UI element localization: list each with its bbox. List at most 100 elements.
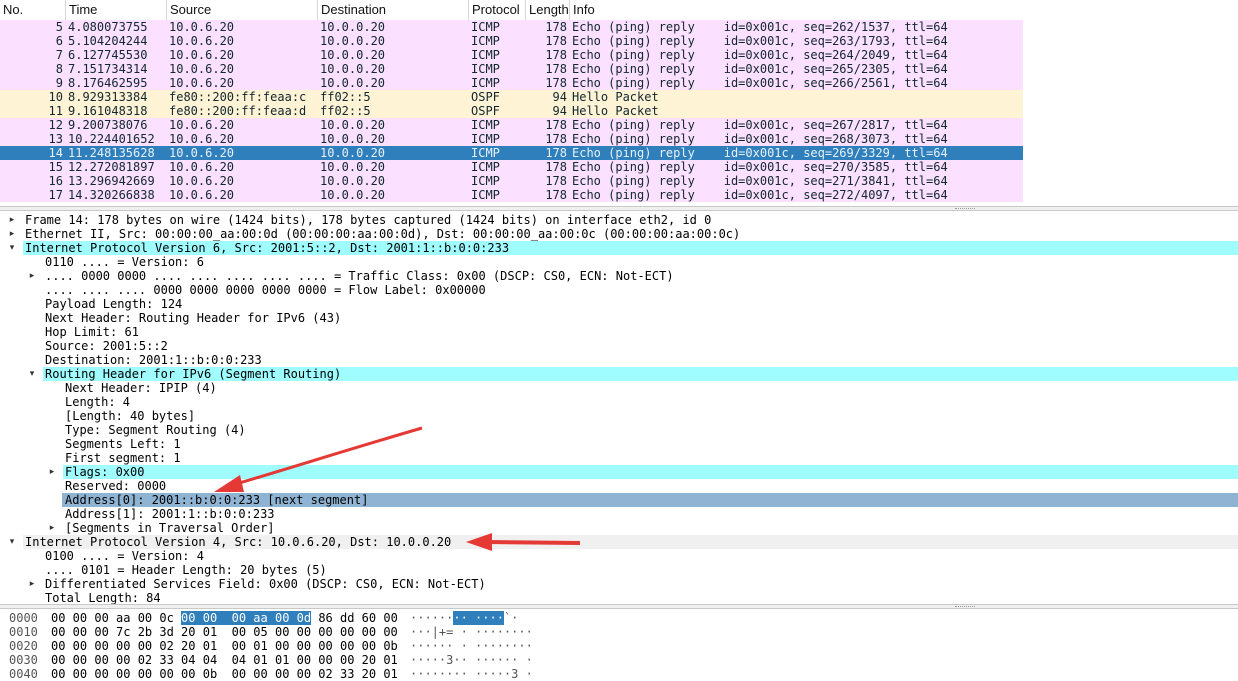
packet-destination: 10.0.0.20 xyxy=(320,174,386,188)
packet-length: 178 xyxy=(545,118,567,132)
packet-info: Hello Packet xyxy=(572,104,659,118)
packet-row[interactable]: 17 14.320266838 10.0.6.20 10.0.0.20 ICMP 178 E… xyxy=(0,188,1023,202)
detail-tree-item[interactable]: ▾ Internet Protocol Version 6, Src: 2001:… xyxy=(0,241,1238,255)
packet-time: 8.929313384 xyxy=(68,90,148,104)
column-header-no[interactable]: No. xyxy=(0,0,66,20)
triangle-right-icon[interactable]: ▸ xyxy=(27,269,37,283)
packet-info: Echo (ping) reply id=0x001c, seq=269/332… xyxy=(572,146,948,160)
packet-time: 11.248135628 xyxy=(68,146,155,160)
packet-list-pane[interactable]: No. Time Source Destination Protocol Len… xyxy=(0,0,1238,206)
detail-tree-item[interactable]: Length: 4 xyxy=(0,395,1238,409)
detail-tree-item-label: Payload Length: 124 xyxy=(45,297,183,311)
packet-row-selected[interactable]: 14 11.248135628 10.0.6.20 10.0.0.20 ICMP 178 E… xyxy=(0,146,1023,160)
packet-length: 94 xyxy=(552,90,567,104)
triangle-down-icon[interactable]: ▾ xyxy=(7,535,17,549)
packet-list-empty-area xyxy=(1023,132,1238,146)
detail-tree-item[interactable]: ▾ Internet Protocol Version 4, Src: 10.0.… xyxy=(0,535,1238,549)
detail-tree-item[interactable]: ▸ [Segments in Traversal Order] xyxy=(0,521,1238,535)
detail-tree-item-label: Routing Header for IPv6 (Segment Routing… xyxy=(45,367,342,381)
column-header-info[interactable]: Info xyxy=(570,0,1238,20)
detail-tree-item-label: Hop Limit: 61 xyxy=(45,325,139,339)
packet-length: 178 xyxy=(545,132,567,146)
packet-row[interactable]: 13 10.224401652 10.0.6.20 10.0.0.20 ICMP 178 E… xyxy=(0,132,1023,146)
detail-tree-item[interactable]: .... 0101 = Header Length: 20 bytes (5) xyxy=(0,563,1238,577)
triangle-right-icon[interactable]: ▸ xyxy=(7,227,17,241)
detail-tree-item[interactable]: First segment: 1 xyxy=(0,451,1238,465)
detail-tree-item[interactable]: Hop Limit: 61 xyxy=(0,325,1238,339)
detail-tree-item[interactable]: Reserved: 0000 xyxy=(0,479,1238,493)
packet-time: 7.151734314 xyxy=(68,62,148,76)
packet-row[interactable]: 16 13.296942669 10.0.6.20 10.0.0.20 ICMP 178 E… xyxy=(0,174,1023,188)
detail-tree-item-label: Address[1]: 2001:1::b:0:0:233 xyxy=(65,507,275,521)
column-header-time[interactable]: Time xyxy=(66,0,167,20)
bytes-row[interactable]: 0000 00 00 00 aa 00 0c 00 00 00 aa 00 0d … xyxy=(0,611,1238,625)
packet-destination: 10.0.0.20 xyxy=(320,160,386,174)
packet-row[interactable]: 15 12.272081897 10.0.6.20 10.0.0.20 ICMP 178 E… xyxy=(0,160,1023,174)
bytes-ascii-text: `· xyxy=(503,611,519,625)
packet-details-pane[interactable]: ▸ Frame 14: 178 bytes on wire (1424 bits)… xyxy=(0,212,1238,605)
detail-tree-item[interactable]: 0100 .... = Version: 4 xyxy=(0,549,1238,563)
triangle-down-icon[interactable]: ▾ xyxy=(27,367,37,381)
packet-no: 15 xyxy=(48,160,63,174)
packet-row[interactable]: 9 8.176462595 10.0.6.20 10.0.0.20 ICMP 178 Ech… xyxy=(0,76,1023,90)
bytes-hex-text: 00 00 00 7c 2b 3d 20 01 00 05 00 00 00 0… xyxy=(51,625,398,639)
detail-tree-item-label: Ethernet II, Src: 00:00:00_aa:00:0d (00:… xyxy=(25,227,741,241)
packet-row[interactable]: 11 9.161048318 fe80::200:ff:feaa:d ff02::5 O… xyxy=(0,104,1023,118)
packet-time: 9.161048318 xyxy=(68,104,148,118)
packet-row[interactable]: 12 9.200738076 10.0.6.20 10.0.0.20 ICMP 178 Ec… xyxy=(0,118,1023,132)
bytes-row[interactable]: 0020 00 00 00 00 00 02 20 01 00 01 00 00 … xyxy=(0,639,1238,653)
bytes-row[interactable]: 0030 00 00 00 00 02 33 04 04 04 01 01 00 … xyxy=(0,653,1238,667)
detail-tree-item[interactable]: ▸ Differentiated Services Field: 0x00 (DS… xyxy=(0,577,1238,591)
detail-tree-item[interactable]: ▸ .... 0000 0000 .... .... .... .... ....… xyxy=(0,269,1238,283)
detail-tree-item[interactable]: Total Length: 84 xyxy=(0,591,1238,605)
column-header-protocol[interactable]: Protocol xyxy=(469,0,526,20)
detail-tree-item[interactable]: ▾ Routing Header for IPv6 (Segment Routin… xyxy=(0,367,1238,381)
bytes-row[interactable]: 0010 00 00 00 7c 2b 3d 20 01 00 05 00 00 … xyxy=(0,625,1238,639)
detail-tree-item[interactable]: Type: Segment Routing (4) xyxy=(0,423,1238,437)
packet-protocol: ICMP xyxy=(471,34,500,48)
detail-tree-item[interactable]: Payload Length: 124 xyxy=(0,297,1238,311)
packet-info: Echo (ping) reply id=0x001c, seq=266/256… xyxy=(572,76,948,90)
packet-length: 94 xyxy=(552,104,567,118)
detail-tree-item[interactable]: 0110 .... = Version: 6 xyxy=(0,255,1238,269)
column-header-source[interactable]: Source xyxy=(167,0,318,20)
detail-tree-item[interactable]: [Length: 40 bytes] xyxy=(0,409,1238,423)
triangle-right-icon[interactable]: ▸ xyxy=(47,465,57,479)
triangle-right-icon[interactable]: ▸ xyxy=(7,213,17,227)
detail-tree-item[interactable]: .... .... .... 0000 0000 0000 0000 0000 … xyxy=(0,283,1238,297)
column-header-length[interactable]: Length xyxy=(526,0,570,20)
detail-tree-item[interactable]: Next Header: IPIP (4) xyxy=(0,381,1238,395)
detail-tree-item[interactable]: Address[0]: 2001::b:0:0:233 [next segmen… xyxy=(0,493,1238,507)
packet-destination: 10.0.0.20 xyxy=(320,146,386,160)
bytes-hex-text: 00 00 00 00 00 00 00 0b 00 00 00 00 02 3… xyxy=(51,667,398,681)
packet-source: fe80::200:ff:feaa:d xyxy=(169,104,307,118)
pane-splitter-top[interactable] xyxy=(0,206,1238,211)
detail-tree-item[interactable]: Destination: 2001:1::b:0:0:233 xyxy=(0,353,1238,367)
detail-tree-item[interactable]: ▸ Frame 14: 178 bytes on wire (1424 bits)… xyxy=(0,213,1238,227)
detail-tree-item[interactable]: ▸ Flags: 0x00 xyxy=(0,465,1238,479)
triangle-right-icon[interactable]: ▸ xyxy=(27,577,37,591)
detail-item-highlight xyxy=(63,465,1238,479)
packet-row[interactable]: 10 8.929313384 fe80::200:ff:feaa:c ff02::5 O… xyxy=(0,90,1023,104)
packet-row[interactable]: 8 7.151734314 10.0.6.20 10.0.0.20 ICMP 178 Ech… xyxy=(0,62,1023,76)
detail-tree-item[interactable]: ▸ Ethernet II, Src: 00:00:00_aa:00:0d (00… xyxy=(0,227,1238,241)
detail-tree-item[interactable]: Next Header: Routing Header for IPv6 (43… xyxy=(0,311,1238,325)
column-header-destination[interactable]: Destination xyxy=(318,0,469,20)
triangle-down-icon[interactable]: ▾ xyxy=(7,241,17,255)
packet-row[interactable]: 5 4.080073755 10.0.6.20 10.0.0.20 ICMP 178 Ech… xyxy=(0,20,1023,34)
detail-tree-item[interactable]: Segments Left: 1 xyxy=(0,437,1238,451)
bytes-row[interactable]: 0040 00 00 00 00 00 00 00 0b 00 00 00 00 … xyxy=(0,667,1238,681)
pane-splitter-bottom[interactable] xyxy=(0,604,1238,609)
detail-tree-item[interactable]: Address[1]: 2001:1::b:0:0:233 xyxy=(0,507,1238,521)
packet-info: Hello Packet xyxy=(572,90,659,104)
packet-row[interactable]: 6 5.104204244 10.0.6.20 10.0.0.20 ICMP 178 Ech… xyxy=(0,34,1023,48)
packet-bytes-pane[interactable]: 0000 00 00 00 aa 00 0c 00 00 00 aa 00 0d … xyxy=(0,610,1238,681)
packet-row[interactable]: 7 6.127745530 10.0.6.20 10.0.0.20 ICMP 178 Ech… xyxy=(0,48,1023,62)
bytes-hex-text: 86 dd 60 00 xyxy=(311,611,398,625)
bytes-ascii-text: ·····3·· ······ · xyxy=(410,653,533,667)
detail-tree-item[interactable]: Source: 2001:5::2 xyxy=(0,339,1238,353)
triangle-right-icon[interactable]: ▸ xyxy=(47,521,57,535)
bytes-hex-selected: 00 00 00 aa 00 0d xyxy=(181,611,312,625)
packet-source: 10.0.6.20 xyxy=(169,160,235,174)
detail-tree-item-label: Next Header: Routing Header for IPv6 (43… xyxy=(45,311,342,325)
